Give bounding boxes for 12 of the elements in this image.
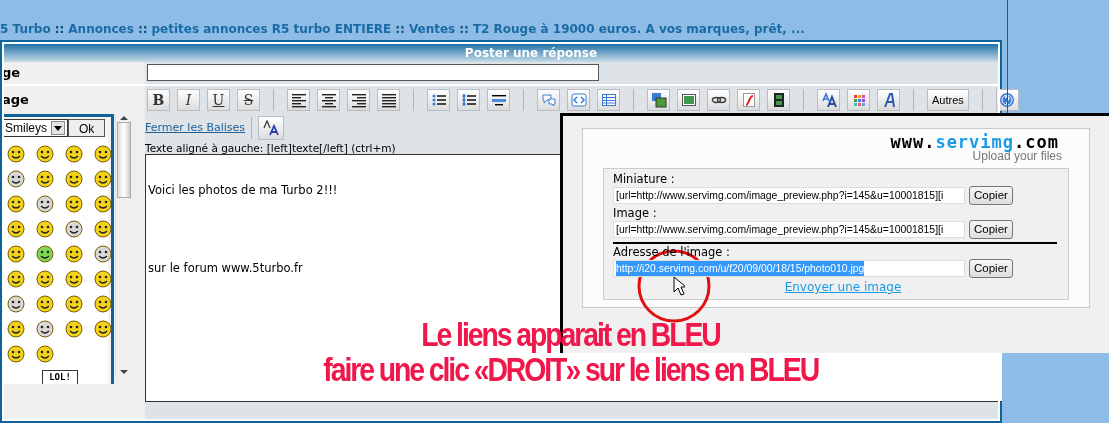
field-label: Image : (613, 206, 657, 220)
annotation-text: faire une clic «DROIT» sur le liens en BLEU (323, 353, 818, 387)
field-label: age (2, 91, 30, 109)
breadcrumb-separator: :: (54, 22, 65, 36)
breadcrumb-separator: :: (137, 22, 148, 36)
breadcrumb-separator: :: (395, 22, 405, 36)
format-hint: Texte aligné à gauche: [left]texte[/left] (ctrl+m) (145, 142, 396, 154)
servimg-logo: www.servimg.com (889, 134, 1059, 150)
field-label: Miniature : (613, 172, 675, 186)
breadcrumb-separator: :: (459, 22, 469, 36)
panel-title: Poster une réponse (2, 42, 1000, 62)
tagline: Upload your files (972, 150, 1063, 163)
